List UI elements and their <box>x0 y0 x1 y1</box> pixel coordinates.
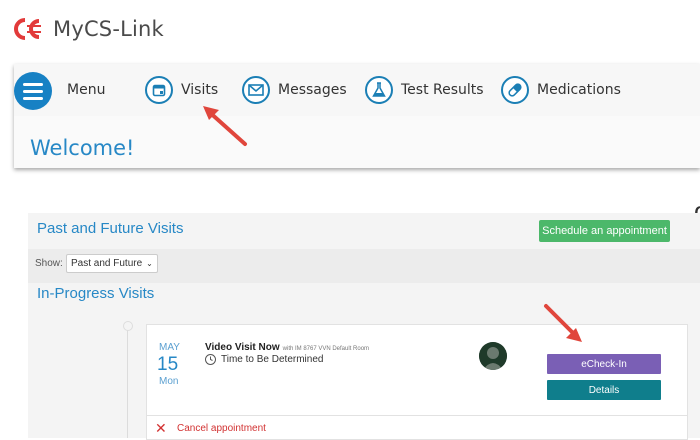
visit-weekday: Mon <box>159 376 179 387</box>
chevron-down-icon: ⌄ <box>146 259 153 268</box>
nav-label: Visits <box>181 82 219 98</box>
visit-type: Video Visit Now <box>205 342 280 353</box>
visit-card: MAY 15 Mon Video Visit Now with IM 8767 V… <box>146 324 688 440</box>
close-icon: ✕ <box>155 420 167 436</box>
echeckin-button[interactable]: eCheck-In <box>547 354 661 374</box>
annotation-arrow-icon <box>544 304 582 342</box>
timeline-dot <box>123 321 133 331</box>
details-button[interactable]: Details <box>547 380 661 400</box>
clock-icon <box>205 354 216 365</box>
visit-name[interactable]: Video Visit Now with IM 8767 VVN Default … <box>205 342 369 353</box>
show-filter-value: Past and Future <box>71 258 143 269</box>
visit-time: Time to Be Determined <box>205 354 323 365</box>
nav-bar: Menu Visits Messages Test Results Medica… <box>14 64 700 116</box>
nav-test-results[interactable]: Test Results <box>365 74 484 106</box>
menu-label: Menu <box>67 82 106 98</box>
flask-icon <box>365 76 393 104</box>
provider-avatar <box>479 342 507 370</box>
app-logo[interactable]: MyCS-Link <box>11 14 164 44</box>
nav-messages[interactable]: Messages <box>242 74 347 106</box>
visit-time-text: Time to Be Determined <box>221 354 324 365</box>
nav-label: Test Results <box>401 82 484 98</box>
cancel-appointment-link[interactable]: ✕ Cancel appointment <box>147 415 687 440</box>
show-label: Show: <box>35 258 63 269</box>
menu-button[interactable]: Menu <box>67 74 105 106</box>
nav-label: Medications <box>537 82 621 98</box>
visit-provider: with IM 8767 VVN Default Room <box>282 346 370 352</box>
cancel-appointment-label: Cancel appointment <box>177 423 266 434</box>
visits-panel: Past and Future Visits Schedule an appoi… <box>28 213 700 440</box>
pill-icon <box>501 76 529 104</box>
schedule-appointment-button[interactable]: Schedule an appointment <box>539 220 670 242</box>
logo-icon <box>14 18 41 40</box>
visit-day: 15 <box>157 354 179 375</box>
nav-medications[interactable]: Medications <box>501 74 621 106</box>
annotation-arrow-icon <box>203 106 247 146</box>
filter-row: Show: Past and Future ⌄ <box>28 249 700 283</box>
calendar-icon <box>145 76 173 104</box>
visit-month: MAY <box>159 342 180 353</box>
welcome-heading: Welcome! <box>30 136 135 160</box>
show-filter-select[interactable]: Past and Future ⌄ <box>66 254 158 273</box>
timeline-line <box>127 325 128 438</box>
in-progress-title: In-Progress Visits <box>37 285 155 302</box>
app-title: MyCS-Link <box>53 17 164 41</box>
nav-label: Messages <box>278 82 347 98</box>
nav-panel: Menu Visits Messages Test Results Medica… <box>14 64 700 168</box>
visits-title: Past and Future Visits <box>37 220 184 237</box>
menu-icon[interactable] <box>14 72 52 110</box>
